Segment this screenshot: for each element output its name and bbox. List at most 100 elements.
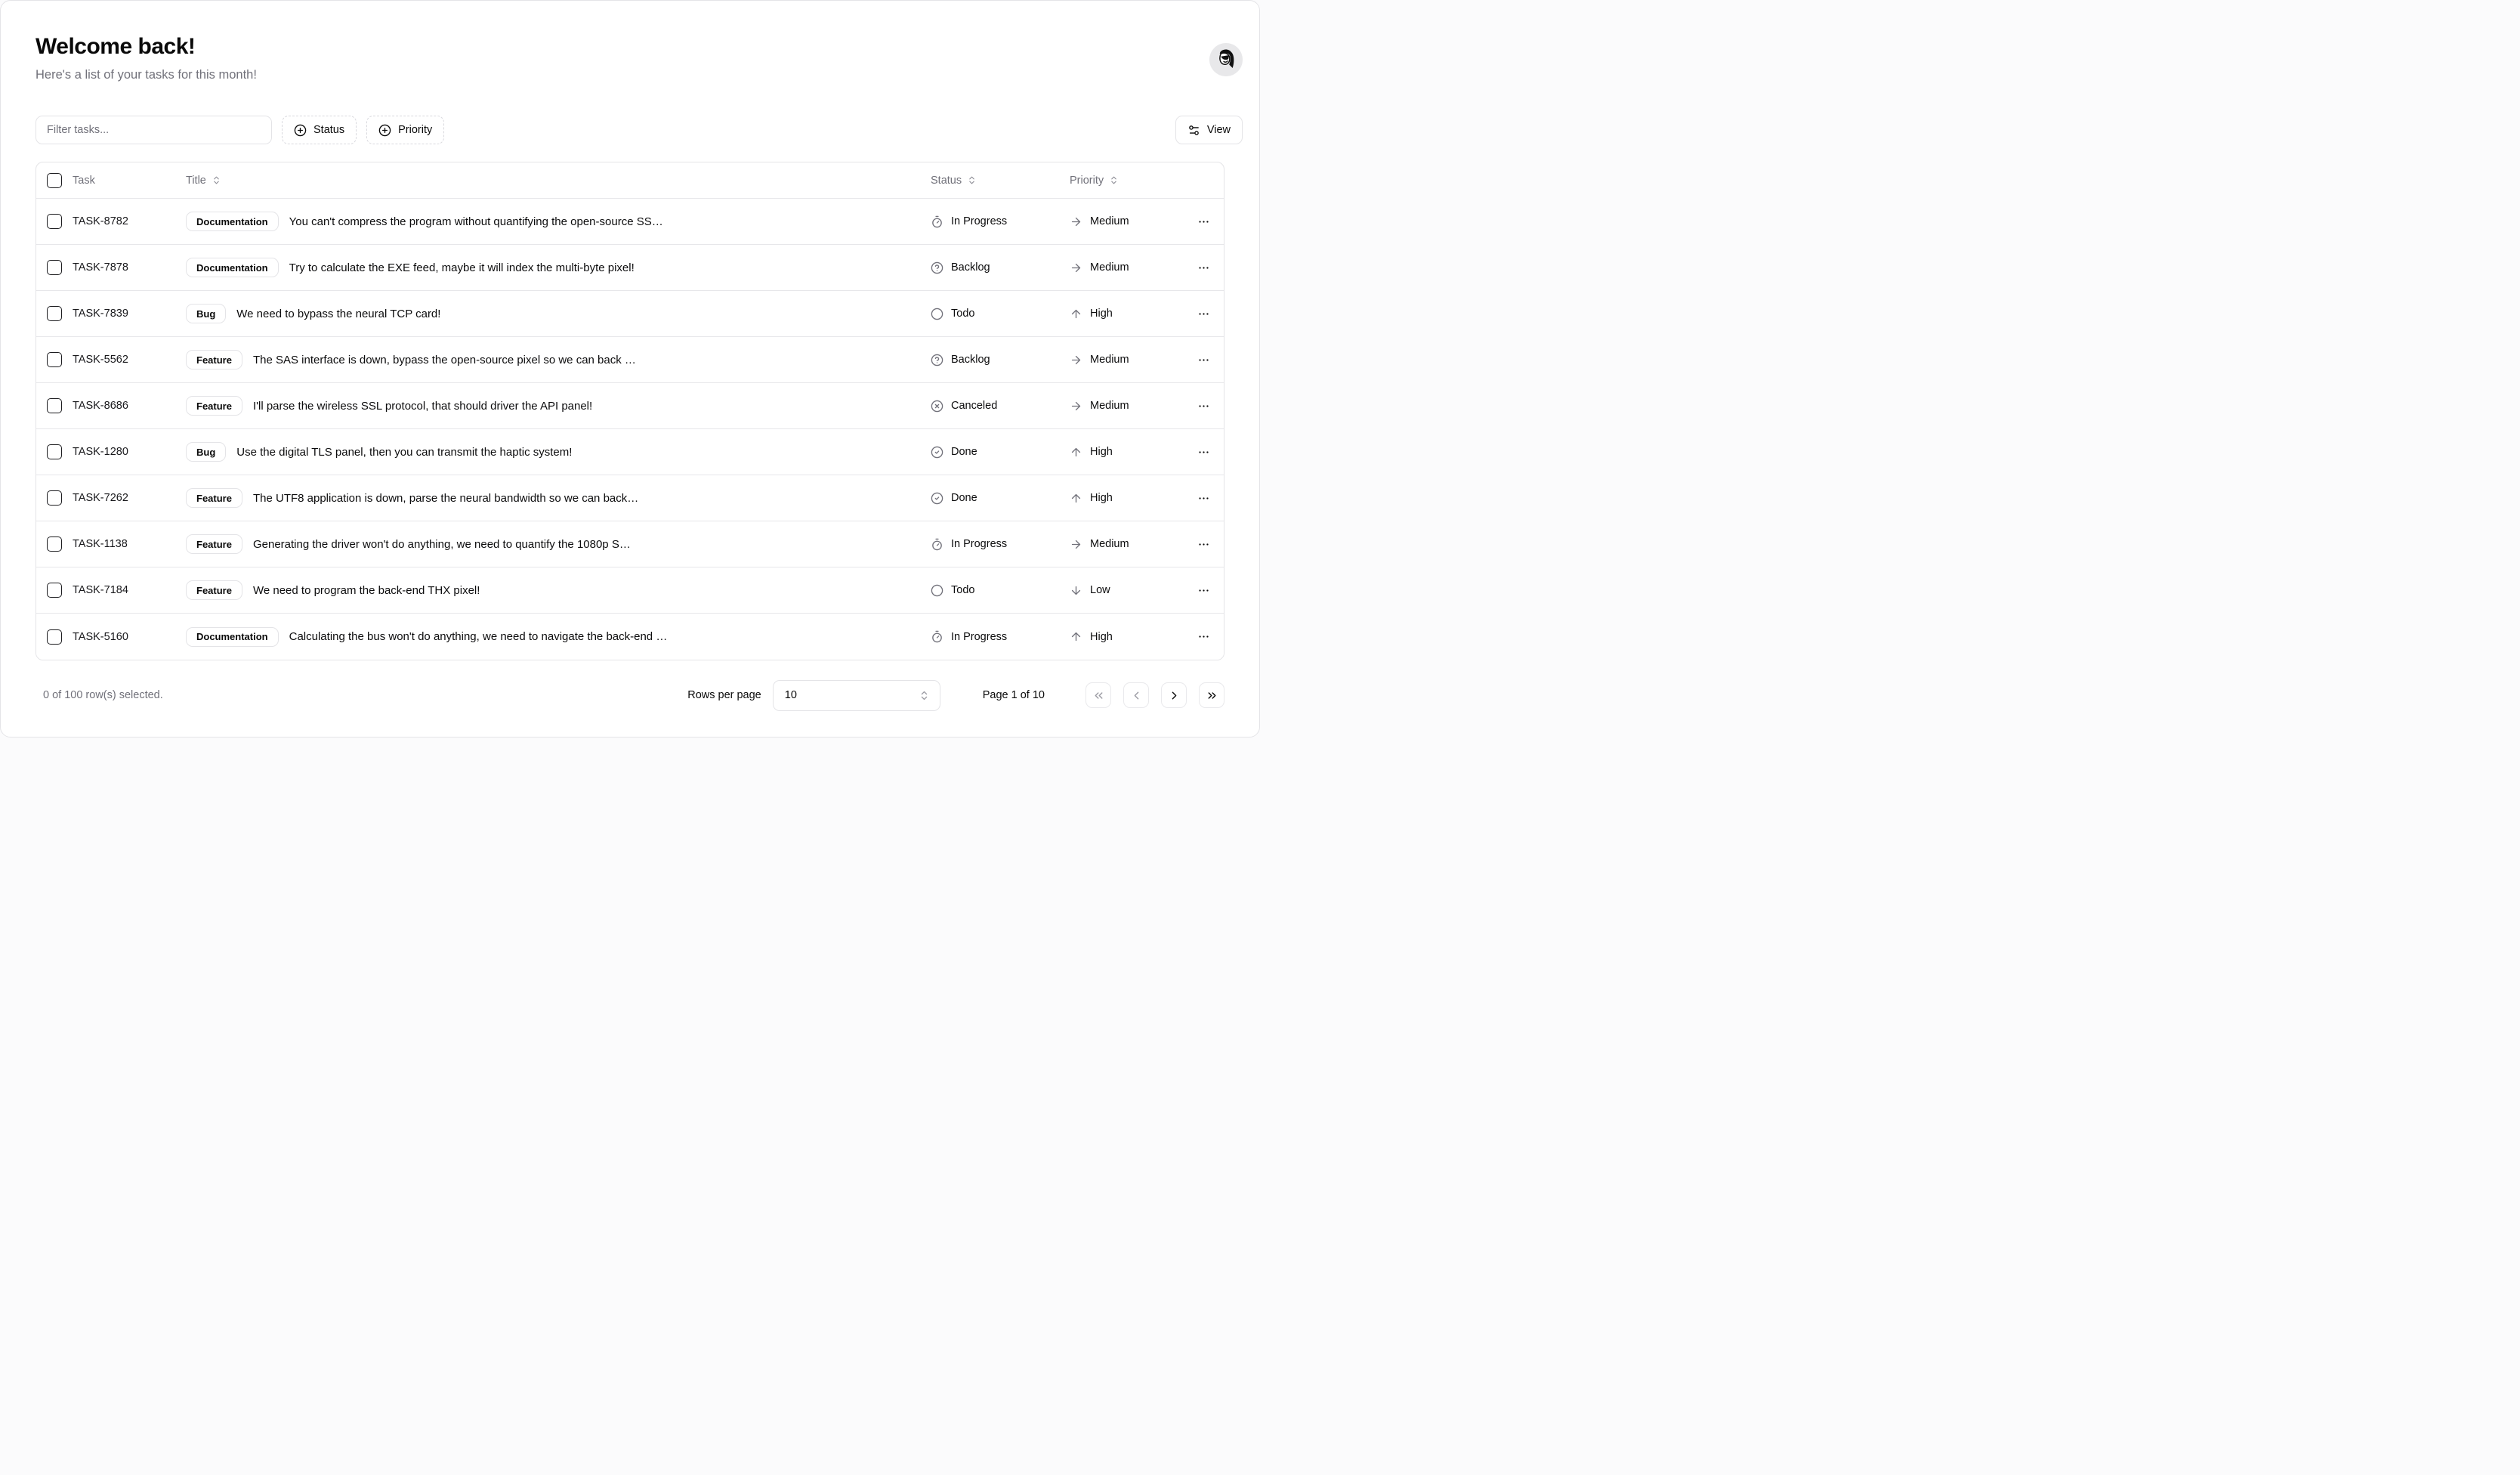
row-checkbox[interactable] [47, 352, 62, 367]
task-id: TASK-5160 [73, 631, 186, 643]
more-horizontal-icon [1197, 400, 1210, 413]
task-status-cell: Todo [931, 308, 1070, 320]
column-header-status[interactable]: Status [931, 175, 1070, 187]
row-menu-button[interactable] [1193, 395, 1215, 417]
user-avatar[interactable] [1209, 43, 1243, 76]
task-priority-cell: Low [1070, 584, 1187, 597]
column-header-task-label: Task [73, 175, 95, 187]
first-page-button[interactable] [1086, 682, 1111, 708]
task-status: In Progress [951, 215, 1007, 227]
priority-filter-label: Priority [398, 124, 432, 136]
more-horizontal-icon [1197, 354, 1210, 366]
row-checkbox-cell [36, 583, 73, 598]
next-page-button[interactable] [1161, 682, 1187, 708]
priority-filter-button[interactable]: Priority [366, 116, 444, 144]
row-actions-cell [1187, 441, 1224, 463]
task-id: TASK-7184 [73, 584, 186, 596]
timer-icon [931, 538, 943, 551]
pager [1086, 682, 1224, 708]
task-title: We need to program the back-end THX pixe… [253, 584, 480, 597]
task-title: We need to bypass the neural TCP card! [236, 308, 440, 320]
table-row: TASK-7878 Documentation Try to calculate… [36, 245, 1224, 291]
chevrons-right-icon [1206, 689, 1218, 702]
task-title-cell: Bug We need to bypass the neural TCP car… [186, 304, 931, 323]
row-checkbox[interactable] [47, 398, 62, 413]
row-checkbox-cell [36, 629, 73, 645]
task-title: Calculating the bus won't do anything, w… [289, 630, 668, 643]
row-checkbox[interactable] [47, 583, 62, 598]
task-priority: High [1090, 446, 1113, 458]
row-checkbox-cell [36, 537, 73, 552]
filter-tasks-input[interactable] [36, 116, 272, 144]
row-menu-button[interactable] [1193, 257, 1215, 279]
arrow-right-icon [1070, 400, 1082, 413]
task-type-badge: Documentation [186, 258, 279, 277]
more-horizontal-icon [1197, 584, 1210, 597]
task-priority: Low [1090, 584, 1110, 596]
last-page-button[interactable] [1199, 682, 1224, 708]
task-id: TASK-7839 [73, 308, 186, 320]
task-priority: Medium [1090, 538, 1129, 550]
table-footer: 0 of 100 row(s) selected. Rows per page … [36, 679, 1224, 711]
task-status: Backlog [951, 261, 990, 274]
task-title: Try to calculate the EXE feed, maybe it … [289, 261, 635, 274]
more-horizontal-icon [1197, 446, 1210, 459]
tasks-app-window: Welcome back! Here's a list of your task… [0, 0, 1260, 738]
task-status-cell: Done [931, 446, 1070, 459]
header-checkbox-cell [36, 173, 73, 188]
column-header-priority[interactable]: Priority [1070, 175, 1187, 187]
task-status-cell: Backlog [931, 261, 1070, 274]
more-horizontal-icon [1197, 261, 1210, 274]
task-id: TASK-7262 [73, 492, 186, 504]
task-title: The SAS interface is down, bypass the op… [253, 354, 636, 366]
row-checkbox-cell [36, 260, 73, 275]
chevrons-up-down-icon [1109, 175, 1119, 185]
task-title-cell: Documentation You can't compress the pro… [186, 212, 931, 231]
table-row: TASK-8782 Documentation You can't compre… [36, 199, 1224, 245]
arrow-up-icon [1070, 308, 1082, 320]
task-priority-cell: Medium [1070, 354, 1187, 366]
row-checkbox[interactable] [47, 260, 62, 275]
row-menu-button[interactable] [1193, 533, 1215, 555]
previous-page-button[interactable] [1123, 682, 1149, 708]
row-actions-cell [1187, 626, 1224, 648]
task-type-badge: Documentation [186, 212, 279, 231]
row-checkbox[interactable] [47, 490, 62, 506]
view-button[interactable]: View [1175, 116, 1243, 144]
row-checkbox[interactable] [47, 306, 62, 321]
row-menu-button[interactable] [1193, 487, 1215, 509]
row-menu-button[interactable] [1193, 211, 1215, 233]
task-priority: High [1090, 631, 1113, 643]
row-actions-cell [1187, 349, 1224, 371]
task-title-cell: Feature The UTF8 application is down, pa… [186, 488, 931, 508]
select-all-checkbox[interactable] [47, 173, 62, 188]
table-row: TASK-1280 Bug Use the digital TLS panel,… [36, 429, 1224, 475]
task-type-badge: Feature [186, 488, 242, 508]
chevrons-left-icon [1092, 689, 1105, 702]
row-checkbox[interactable] [47, 629, 62, 645]
task-status: In Progress [951, 631, 1007, 643]
row-menu-button[interactable] [1193, 441, 1215, 463]
row-actions-cell [1187, 395, 1224, 417]
column-header-title[interactable]: Title [186, 175, 931, 187]
status-filter-button[interactable]: Status [282, 116, 357, 144]
rows-per-page-select[interactable]: 10 [773, 680, 940, 711]
row-menu-button[interactable] [1193, 626, 1215, 648]
row-checkbox[interactable] [47, 444, 62, 459]
task-priority-cell: Medium [1070, 215, 1187, 228]
table-toolbar: Status Priority View [36, 116, 1224, 144]
task-id: TASK-8686 [73, 400, 186, 412]
task-priority: Medium [1090, 215, 1129, 227]
task-status: Todo [951, 308, 974, 320]
row-menu-button[interactable] [1193, 349, 1215, 371]
task-priority-cell: High [1070, 492, 1187, 505]
row-checkbox[interactable] [47, 537, 62, 552]
row-menu-button[interactable] [1193, 580, 1215, 601]
rows-per-page-value: 10 [785, 689, 797, 701]
arrow-right-icon [1070, 538, 1082, 551]
status-filter-label: Status [313, 124, 344, 136]
chevron-right-icon [1168, 689, 1181, 702]
row-checkbox[interactable] [47, 214, 62, 229]
circle-check-icon [931, 446, 943, 459]
row-menu-button[interactable] [1193, 303, 1215, 325]
